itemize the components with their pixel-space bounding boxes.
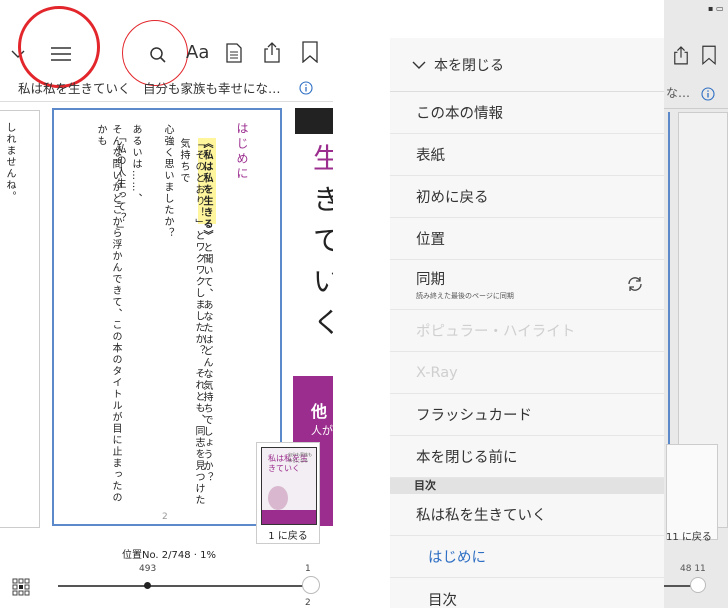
menu-item-label: 本を閉じる前に xyxy=(416,450,518,466)
status-icons: ▪ ▭ xyxy=(708,4,724,13)
mini-cover-photo xyxy=(268,486,288,510)
sync-label: 同期 xyxy=(416,272,445,288)
menu-item-book-info[interactable]: この本の情報 xyxy=(390,92,664,134)
book-title: 私は私を生きていく 自分も家族も幸せにな… xyxy=(18,81,281,96)
page-heading: はじめに xyxy=(235,122,249,182)
bookmark-icon[interactable] xyxy=(700,44,718,66)
menu-item-popular-highlights: ポピュラー・ハイライト xyxy=(390,310,664,352)
cover-top-band xyxy=(295,108,333,134)
menu-item-sync[interactable]: 同期 読み終えた最後のページに同期 xyxy=(390,260,664,310)
menu-item-before-you-go[interactable]: 本を閉じる前に xyxy=(390,436,664,478)
text-line: そんな問いがどこから浮かんできて、この本のタイトルが目に止まったのかも xyxy=(95,124,121,504)
background-slider-numbers: 48 11 xyxy=(680,564,706,574)
cover-char: 生 xyxy=(313,142,333,175)
background-back-button: 11 に戻る xyxy=(666,532,712,543)
toc-item-current[interactable]: はじめに xyxy=(390,536,664,578)
slider-right-number-bottom: 2 xyxy=(305,598,311,608)
menu-item-location[interactable]: 位置 xyxy=(390,218,664,260)
sync-icon[interactable] xyxy=(625,274,645,294)
menu-item-label: この本の情報 xyxy=(416,106,503,122)
mini-cover: 私は私を生きていく 自分も家族も幸せになる xyxy=(261,447,317,525)
slider-marker xyxy=(144,582,151,589)
mini-cover-band xyxy=(262,510,316,524)
text-line: 「そのとおり！」とワクワクしましたか？ それとも、同志を見つけた気持ちで xyxy=(178,138,204,506)
toc-item-label: 目次 xyxy=(428,592,457,608)
page-slider-track[interactable] xyxy=(58,585,310,587)
notes-icon[interactable] xyxy=(224,42,244,64)
bookmark-icon[interactable] xyxy=(300,40,320,64)
toc-item-label: はじめに xyxy=(428,550,486,566)
sync-sublabel: 読み終えた最後のページに同期 xyxy=(416,292,514,300)
book-menu: 本を閉じる この本の情報 表紙 初めに戻る 位置 同期 読み終えた最後のページに… xyxy=(390,38,664,608)
toc-item-label: 私は私を生きていく xyxy=(416,508,547,524)
cover-char: き xyxy=(313,183,333,216)
menu-item-label: 初めに戻る xyxy=(416,190,489,206)
background-reader: ▪ ▭ な… 11 に戻る 48 11 xyxy=(664,0,728,608)
previous-page-text: しれませんね。 xyxy=(4,122,15,203)
text-line: 心強く思いましたか？ xyxy=(162,124,173,239)
share-icon[interactable] xyxy=(262,40,282,64)
toc-section-header: 目次 xyxy=(390,478,664,494)
background-thumbnail xyxy=(666,444,718,540)
cover-char: て xyxy=(313,224,333,257)
cover-char: い xyxy=(313,265,333,298)
font-settings-button[interactable]: Aa xyxy=(186,42,209,63)
mini-cover-subtitle: 自分も家族も幸せになる xyxy=(288,452,312,463)
page-number: 2 xyxy=(162,512,168,522)
menu-pane: ▪ ▭ な… 11 に戻る 48 11 本を閉じる この本の情報 表紙 初めに戻… xyxy=(333,0,728,608)
slider-right-number-top: 1 xyxy=(305,564,311,574)
cover-sub-text: 人が xyxy=(311,424,333,437)
close-book-label: 本を閉じる xyxy=(434,57,504,74)
annotation-circle-menu xyxy=(18,6,100,88)
share-icon[interactable] xyxy=(672,44,690,66)
menu-item-x-ray: X-Ray xyxy=(390,352,664,394)
toc-item[interactable]: 目次 xyxy=(390,578,664,608)
location-label: 位置No. 2/748 · 1% xyxy=(122,550,216,561)
close-book-button[interactable]: 本を閉じる xyxy=(390,38,664,92)
menu-item-label: X-Ray xyxy=(416,364,458,381)
background-title: な… xyxy=(666,86,691,100)
annotation-circle-search xyxy=(122,20,188,86)
info-icon[interactable] xyxy=(298,80,314,96)
divider xyxy=(0,101,333,102)
grid-view-icon[interactable] xyxy=(10,576,32,598)
cover-title: 生 き て い く xyxy=(313,138,333,343)
page-slider-thumb[interactable] xyxy=(302,576,320,594)
reader-pane: Aa 私は私を生きていく 自分も家族も幸せにな… しれませんね。 はじめに 《私… xyxy=(0,0,333,608)
slider-left-number: 493 xyxy=(139,564,157,574)
menu-item-label: 位置 xyxy=(416,232,445,248)
menu-item-go-to-beginning[interactable]: 初めに戻る xyxy=(390,176,664,218)
back-button-label[interactable]: 1 に戻る xyxy=(257,527,319,542)
cover-char: く xyxy=(313,306,333,339)
menu-item-label: ポピュラー・ハイライト xyxy=(416,324,576,340)
cover-bottom-text: 他 xyxy=(311,402,328,421)
return-thumbnail[interactable]: 私は私を生きていく 自分も家族も幸せになる 1 に戻る xyxy=(256,442,320,544)
info-icon[interactable] xyxy=(700,86,716,102)
toc-item[interactable]: 私は私を生きていく xyxy=(390,494,664,536)
background-slider-thumb xyxy=(690,577,706,593)
menu-item-cover[interactable]: 表紙 xyxy=(390,134,664,176)
chevron-down-icon xyxy=(412,61,426,69)
menu-item-label: フラッシュカード xyxy=(416,408,532,424)
text-line: あるいは……、 xyxy=(130,124,141,205)
menu-item-flashcards[interactable]: フラッシュカード xyxy=(390,394,664,436)
menu-item-label: 表紙 xyxy=(416,148,445,164)
divider xyxy=(664,108,728,109)
